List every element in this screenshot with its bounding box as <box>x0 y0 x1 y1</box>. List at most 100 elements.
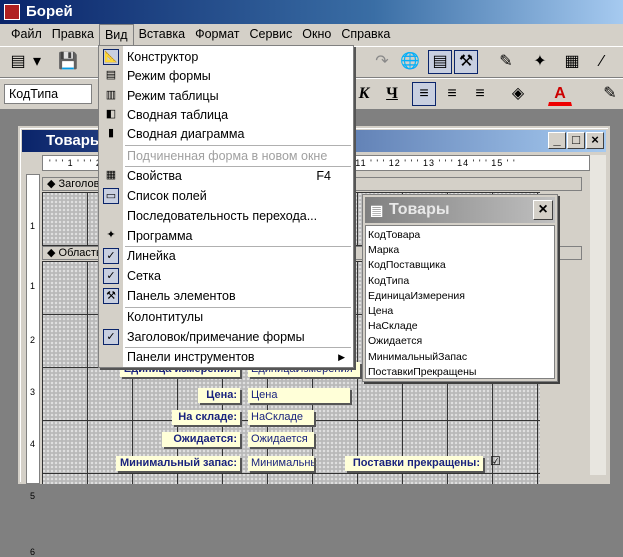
menu-edit[interactable]: Правка <box>47 24 99 46</box>
menu-item-design-view[interactable]: 📐 Конструктор <box>99 47 353 67</box>
properties-icon: ▦ <box>105 169 117 181</box>
item-label: Заголовок/примечание формы <box>127 330 305 344</box>
menu-format[interactable]: Формат <box>190 24 244 46</box>
underline-button[interactable]: Ч <box>380 82 404 106</box>
field-item[interactable]: Ожидается <box>368 334 552 349</box>
line-color-icon[interactable]: ✎ <box>598 82 622 106</box>
minimize-button[interactable]: _ <box>548 132 566 149</box>
menu-item-subform-new-window: Подчиненная форма в новом окне <box>99 146 353 166</box>
hyperlink-icon[interactable]: 🌐 <box>398 50 422 74</box>
form-icon: ▤ <box>105 69 117 81</box>
code-icon: ✦ <box>106 229 116 241</box>
toolbox-icon: ⚒ <box>103 288 119 304</box>
menu-item-pivot-chart[interactable]: ▮ Сводная диаграмма <box>99 124 353 144</box>
menu-bar: Файл Правка Вид Вставка Формат Сервис Ок… <box>0 24 623 46</box>
menu-item-ruler[interactable]: ✓ Линейка <box>99 246 353 266</box>
maximize-button[interactable]: □ <box>567 132 585 149</box>
field-item[interactable]: Цена <box>368 304 552 319</box>
menu-item-tab-order[interactable]: Последовательность перехода... <box>99 206 353 226</box>
item-label: Режим формы <box>127 69 211 83</box>
field-item[interactable]: МинимальныйЗапас <box>368 350 552 365</box>
field-item[interactable]: КодПоставщика <box>368 258 552 273</box>
ruler-number: 5 <box>30 491 36 501</box>
item-label: Список полей <box>127 189 207 203</box>
field-list-title: Товары <box>389 201 450 218</box>
chevron-down-icon[interactable]: ▾ <box>30 50 44 74</box>
menu-insert[interactable]: Вставка <box>134 24 190 46</box>
field-price[interactable]: Цена <box>248 388 350 403</box>
redo-icon[interactable]: ↷ <box>370 50 394 74</box>
menu-help[interactable]: Справка <box>336 24 395 46</box>
item-label: Сетка <box>127 269 161 283</box>
item-label: Панели инструментов <box>127 350 255 364</box>
close-button[interactable]: × <box>586 132 604 149</box>
menu-item-page-header-footer[interactable]: Колонтитулы <box>99 307 353 327</box>
field-min-stock[interactable]: Минимальный <box>248 456 314 471</box>
vertical-scrollbar[interactable] <box>590 155 606 475</box>
submenu-arrow-icon: ▶ <box>338 352 345 362</box>
label-min-stock[interactable]: Минимальный запас: <box>116 456 240 471</box>
object-combo[interactable]: КодТипа <box>4 84 92 104</box>
fill-color-icon[interactable]: ◈ <box>506 82 530 106</box>
menu-file[interactable]: Файл <box>6 24 47 46</box>
align-left-icon[interactable]: ≡ <box>412 82 436 106</box>
checkbox-discontinued[interactable]: ☑ <box>490 455 502 467</box>
toolbox-icon[interactable]: ⚒ <box>454 50 478 74</box>
ruler-number: 1 <box>30 221 36 231</box>
ruler-number: 4 <box>30 439 36 449</box>
ruler-number: 1 <box>30 281 36 291</box>
menu-tools[interactable]: Сервис <box>244 24 297 46</box>
code-icon[interactable]: ✦ <box>528 50 552 74</box>
app-title: Борей <box>26 3 73 20</box>
item-label: Программа <box>127 229 193 243</box>
menu-item-datasheet-view[interactable]: ▥ Режим таблицы <box>99 86 353 106</box>
check-icon: ✓ <box>103 248 119 264</box>
align-center-icon[interactable]: ≡ <box>440 82 464 106</box>
properties-icon[interactable]: ▦ <box>560 50 584 74</box>
pivot-table-icon: ◧ <box>105 108 117 120</box>
close-button[interactable]: × <box>533 200 553 220</box>
save-icon[interactable]: 💾 <box>56 50 80 74</box>
autoformat-icon[interactable]: ✎ <box>494 50 518 74</box>
menu-item-form-view[interactable]: ▤ Режим формы <box>99 66 353 86</box>
design-icon: 📐 <box>103 49 119 65</box>
align-right-icon[interactable]: ≡ <box>468 82 492 106</box>
item-label: Панель элементов <box>127 289 236 303</box>
menu-item-code[interactable]: ✦ Программа <box>99 226 353 246</box>
menu-item-toolbox[interactable]: ⚒ Панель элементов <box>99 286 353 306</box>
menu-item-field-list[interactable]: ▭ Список полей <box>99 186 353 206</box>
item-label: Колонтитулы <box>127 310 204 324</box>
label-discontinued[interactable]: Поставки прекращены: <box>345 456 483 471</box>
item-label: Режим таблицы <box>127 89 219 103</box>
ruler-number: 2 <box>30 335 36 345</box>
field-list-title-bar[interactable]: ▤ Товары × <box>365 197 555 223</box>
field-list-icon: ▭ <box>103 188 119 204</box>
field-item[interactable]: НаСкладе <box>368 319 552 334</box>
field-item[interactable]: КодТипа <box>368 274 552 289</box>
field-in-stock[interactable]: НаСкладе <box>248 410 314 425</box>
field-list-icon[interactable]: ▤ <box>428 50 452 74</box>
menu-item-form-header-footer[interactable]: ✓ Заголовок/примечание формы <box>99 327 353 347</box>
label-price[interactable]: Цена: <box>198 388 240 403</box>
menu-item-properties[interactable]: ▦ Свойства F4 <box>99 166 353 186</box>
label-in-stock[interactable]: На складе: <box>172 410 240 425</box>
field-item[interactable]: ЕдиницаИзмерения <box>368 289 552 304</box>
menu-window[interactable]: Окно <box>297 24 336 46</box>
field-item[interactable]: ПоставкиПрекращены <box>368 365 552 380</box>
check-icon: ✓ <box>103 268 119 284</box>
builder-icon[interactable]: ⁄ <box>590 50 614 74</box>
font-color-icon[interactable]: A <box>548 82 572 106</box>
label-expected[interactable]: Ожидается: <box>162 432 240 447</box>
item-label: Сводная диаграмма <box>127 127 245 141</box>
menu-item-toolbars[interactable]: Панели инструментов ▶ <box>99 347 353 367</box>
ruler-number: 3 <box>30 387 36 397</box>
menu-view[interactable]: Вид <box>98 24 134 46</box>
italic-button[interactable]: К <box>352 82 376 106</box>
access-app-icon <box>4 4 20 20</box>
menu-item-pivot-table[interactable]: ◧ Сводная таблица <box>99 105 353 125</box>
field-expected[interactable]: Ожидается <box>248 432 314 447</box>
view-icon[interactable]: ▤ <box>6 50 30 74</box>
field-item[interactable]: Марка <box>368 243 552 258</box>
field-item[interactable]: КодТовара <box>368 228 552 243</box>
menu-item-grid[interactable]: ✓ Сетка <box>99 266 353 286</box>
